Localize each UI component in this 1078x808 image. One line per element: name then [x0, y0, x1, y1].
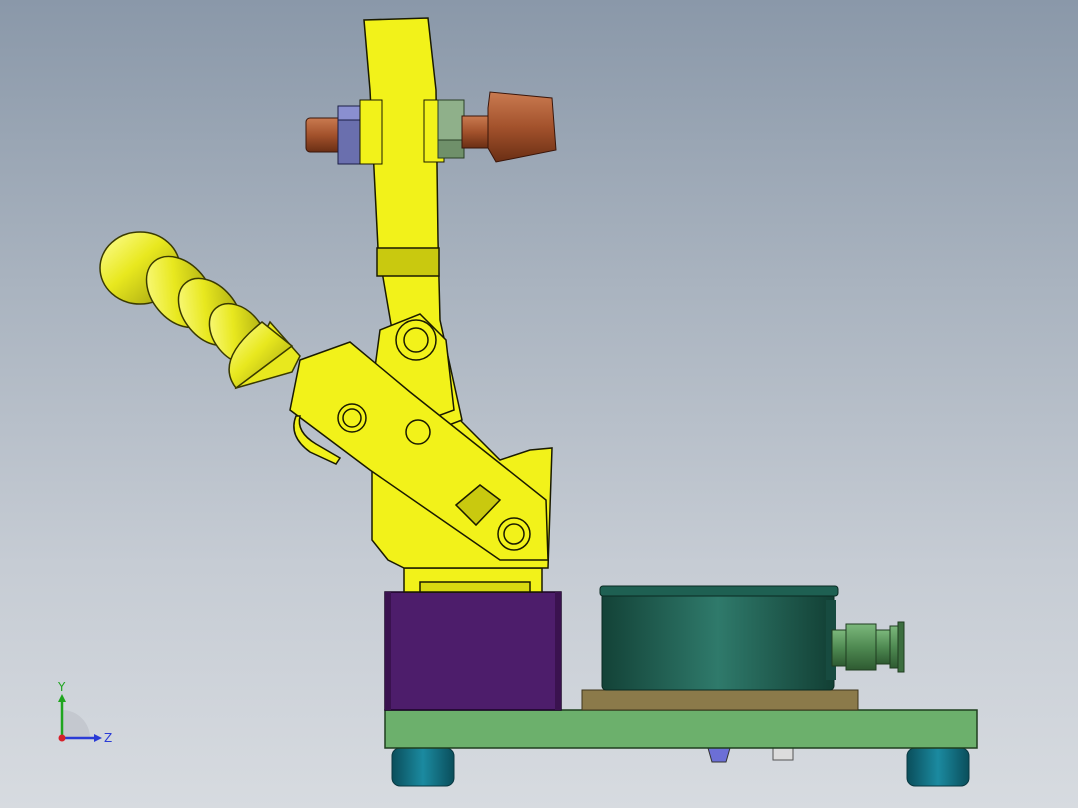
base-feet: [391, 747, 970, 787]
triad-quadrant: [62, 710, 90, 738]
model-view[interactable]: [0, 0, 1078, 808]
screw-bottom: [772, 747, 794, 761]
air-fitting: [831, 621, 905, 673]
triad-x-axis: [58, 734, 66, 742]
triad-y-label: Y: [57, 680, 66, 694]
cylinder-pad: [581, 689, 859, 711]
orientation-triad: Y Z: [57, 680, 112, 745]
triad-z-label: Z: [104, 731, 112, 745]
base-plate: [384, 709, 978, 749]
riser-block: [384, 591, 562, 711]
cad-viewport[interactable]: Y Z: [0, 0, 1078, 808]
pneumatic-cylinder: [599, 585, 839, 691]
pin-bottom: [707, 747, 731, 763]
foot-right: [906, 747, 970, 787]
spindle: [305, 91, 557, 165]
foot-left: [391, 747, 455, 787]
handle-grip[interactable]: [99, 231, 301, 390]
